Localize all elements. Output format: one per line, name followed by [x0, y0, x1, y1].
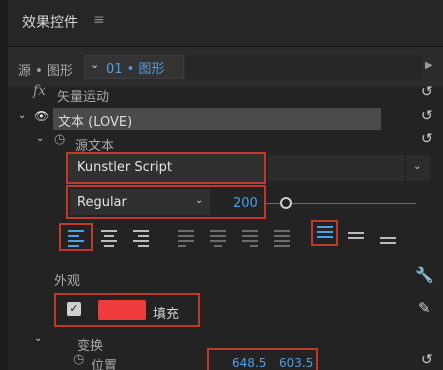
fill-label: 填充	[153, 307, 180, 322]
justify-left-icon[interactable]	[178, 230, 194, 250]
source-label: 源 • 图形	[18, 64, 73, 79]
position-x-value[interactable]: 648.5	[232, 356, 266, 370]
play-triangle-icon[interactable]: ▶	[425, 60, 433, 71]
fill-color-swatch[interactable]	[98, 300, 146, 320]
eye-icon[interactable]: 👁	[34, 109, 49, 123]
align-center-icon[interactable]	[101, 230, 117, 250]
hamburger-icon[interactable]: ≡	[93, 12, 105, 28]
chevron-down-icon[interactable]: ⌄	[413, 161, 421, 172]
font-style-highlight	[66, 185, 266, 219]
justify-center-icon[interactable]	[210, 230, 226, 250]
panel-title: 效果控件	[22, 15, 78, 31]
align-left-highlight	[59, 223, 93, 251]
justify-all-icon[interactable]	[274, 230, 290, 250]
vector-motion-label[interactable]: 矢量运动	[57, 86, 109, 105]
align-top-highlight	[311, 220, 338, 246]
reset-icon[interactable]: ↺	[421, 108, 433, 124]
align-right-icon[interactable]	[133, 230, 149, 250]
text-layer-label: 文本 (LOVE)	[58, 115, 133, 130]
chevron-down-icon[interactable]: ⌄	[18, 110, 26, 121]
fill-checkbox[interactable]: ✓	[67, 302, 81, 316]
position-label: 位置	[91, 359, 118, 370]
position-y-value[interactable]: 603.5	[279, 356, 313, 370]
font-family-value: Kunstler Script	[77, 160, 173, 175]
wrench-icon[interactable]: 🔧	[415, 266, 434, 284]
chevron-down-icon[interactable]: ⌄	[34, 333, 42, 344]
stopwatch-icon[interactable]: ◷	[73, 352, 84, 367]
chevron-down-icon[interactable]: ⌄	[36, 133, 44, 144]
font-size-slider-knob[interactable]	[280, 197, 292, 209]
fx-icon: fx	[33, 83, 47, 99]
source-clip-value[interactable]: 01 • 图形	[106, 58, 164, 77]
timeline-area	[186, 55, 422, 79]
align-bottom-icon[interactable]	[380, 237, 396, 247]
reset-icon[interactable]: ↺	[421, 84, 433, 100]
reset-icon[interactable]: ↺	[421, 352, 433, 368]
justify-right-icon[interactable]	[242, 230, 258, 250]
appearance-label: 外观	[54, 274, 81, 289]
eyedropper-icon[interactable]: ✎	[418, 299, 431, 317]
stopwatch-icon[interactable]: ◷	[54, 132, 65, 147]
chevron-down-icon[interactable]: ⌄	[90, 58, 99, 71]
font-dropdown-extension[interactable]	[268, 155, 404, 181]
reset-icon[interactable]: ↺	[421, 131, 433, 147]
align-middle-icon[interactable]	[348, 232, 364, 242]
